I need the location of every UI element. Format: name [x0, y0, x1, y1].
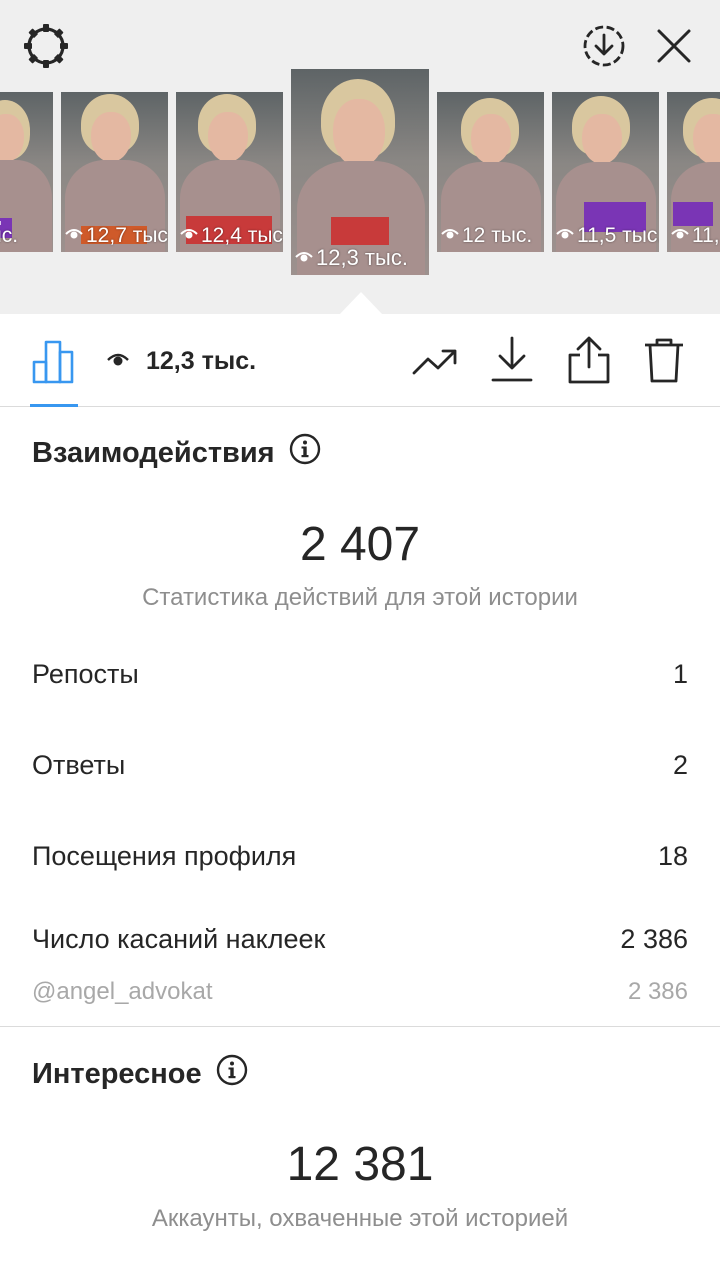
discovery-section-title: Интересное: [32, 1054, 248, 1094]
eye-icon: [556, 224, 577, 248]
stat-row-reposts: Репосты 1: [32, 659, 688, 689]
stat-row-profile-visits: Посещения профиля 18: [32, 841, 688, 871]
views-count: 12,3 тыс.: [106, 342, 256, 380]
story-views: 12 тыс.: [441, 224, 532, 248]
info-icon[interactable]: [275, 433, 321, 473]
interactions-total: 2 407: [299, 518, 421, 571]
story-thumbnail[interactable]: 11,: [667, 92, 720, 252]
story-views: 12,4 тыс.: [180, 224, 283, 248]
stat-subrow-mention: @angel_advokat 2 386: [32, 978, 688, 1005]
story-views: 11,: [671, 224, 720, 248]
info-icon[interactable]: [202, 1054, 248, 1094]
active-tab-indicator: [30, 404, 78, 407]
eye-icon: [295, 245, 316, 271]
story-views: 12,3 тыс.: [295, 245, 408, 271]
eye-icon: [65, 224, 86, 248]
bar-chart-icon[interactable]: [30, 336, 78, 386]
story-strip: сестрам тыс. 12,7 тыс. 12,4 тыс. 12,3 ты…: [0, 0, 720, 314]
eye-icon: [441, 224, 462, 248]
download-icon[interactable]: [488, 334, 536, 384]
circled-download-icon[interactable]: [578, 20, 630, 72]
eye-icon: [106, 347, 130, 376]
discovery-subtitle: Аккаунты, охваченные этой историей: [151, 1205, 569, 1232]
interactions-section-title: Взаимодействия: [32, 433, 321, 473]
insights-toolbar: 12,3 тыс.: [0, 314, 720, 407]
section-divider: [0, 1026, 720, 1027]
stat-row-replies: Ответы 2: [32, 750, 688, 780]
story-thumbnail[interactable]: сестрам тыс.: [0, 92, 53, 252]
close-icon[interactable]: [648, 20, 700, 72]
story-views: 12,7 тыс.: [65, 224, 168, 248]
active-story-pointer: [339, 292, 383, 314]
eye-icon: [671, 224, 692, 248]
story-views: тыс.: [0, 224, 19, 247]
trash-icon[interactable]: [640, 334, 688, 386]
story-thumbnail-active[interactable]: 12,3 тыс.: [291, 69, 429, 275]
story-thumbnail[interactable]: 11,5 тыс.: [552, 92, 659, 252]
story-thumbnail[interactable]: 12,4 тыс.: [176, 92, 283, 252]
gear-icon[interactable]: [20, 20, 72, 72]
story-thumbnail[interactable]: 12 тыс.: [437, 92, 544, 252]
eye-icon: [180, 224, 201, 248]
discovery-total: 12 381: [286, 1138, 434, 1191]
trending-icon[interactable]: [410, 338, 460, 384]
stat-row-sticker-taps: Число касаний наклеек 2 386: [32, 924, 688, 954]
story-thumbnail[interactable]: 12,7 тыс.: [61, 92, 168, 252]
share-icon[interactable]: [564, 334, 614, 386]
interactions-subtitle: Статистика действий для этой истории: [142, 584, 578, 611]
story-views: 11,5 тыс.: [556, 224, 659, 248]
